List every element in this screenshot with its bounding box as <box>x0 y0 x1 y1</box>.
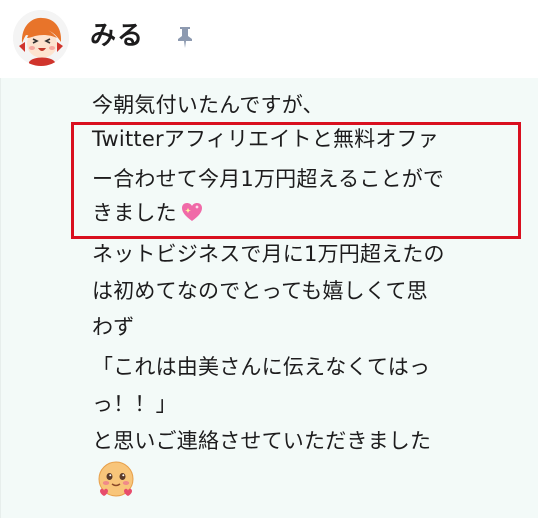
message-line: 「これは由美さんに伝えなくてはっ <box>92 355 431 379</box>
user-avatar-icon[interactable] <box>13 10 69 66</box>
message-line: っ！！」 <box>92 392 177 416</box>
highlight-box <box>71 122 521 239</box>
message-line: は初めてなのでとっても嬉しくて思 <box>92 279 428 303</box>
message-line: 今朝気付いたんですが、 <box>92 93 324 117</box>
message-line: ネットビジネスで月に1万円超えたの <box>92 242 445 266</box>
pin-icon[interactable] <box>172 24 198 50</box>
blushing-face-icon <box>96 459 136 499</box>
message-line: と思いご連絡させていただきました <box>92 429 432 453</box>
message-header: みる <box>0 0 538 78</box>
sender-name[interactable]: みる <box>90 16 144 56</box>
message-line: わず <box>92 315 135 339</box>
